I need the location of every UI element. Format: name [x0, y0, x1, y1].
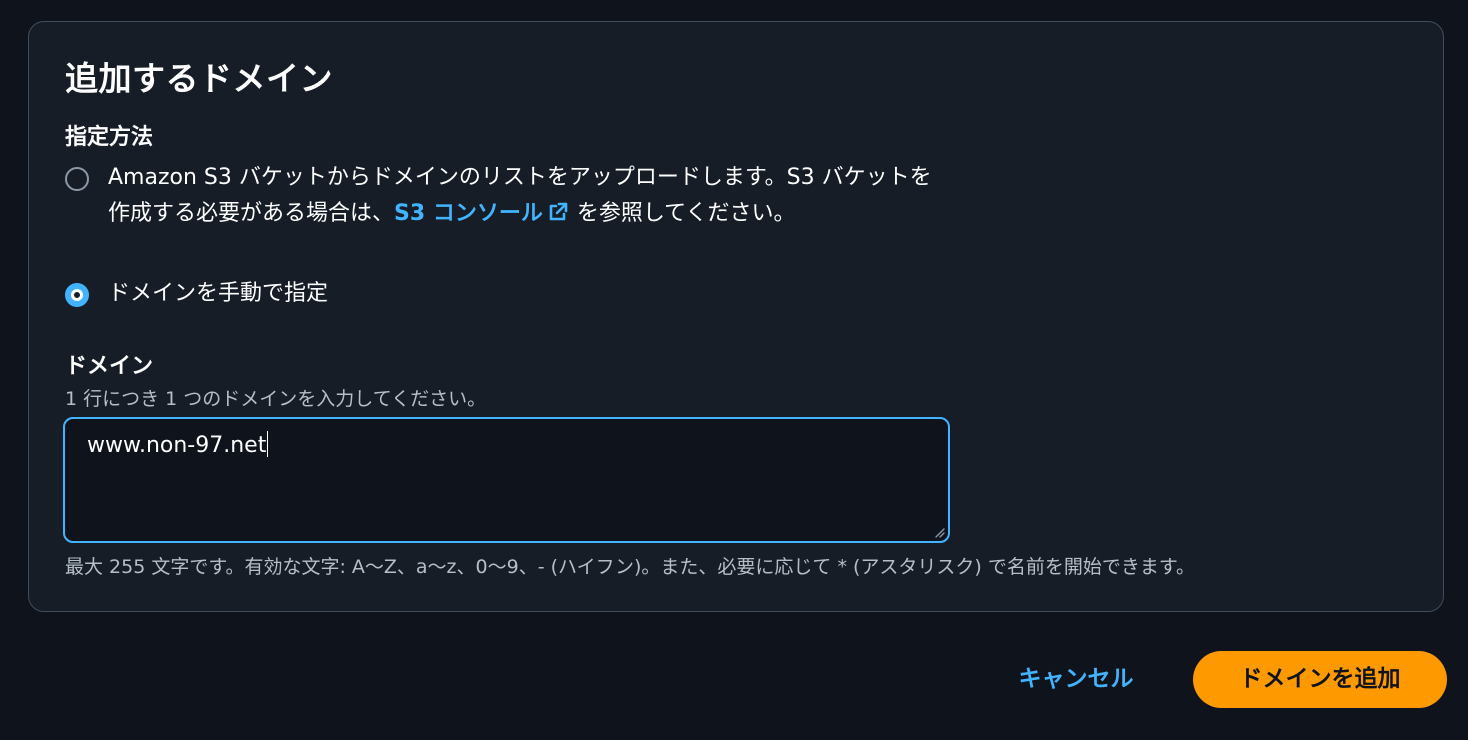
option-manual[interactable]: ドメインを手動で指定 — [65, 278, 328, 312]
radio-selected-dot — [71, 289, 83, 301]
panel-title: 追加するドメイン — [65, 59, 333, 98]
manual-label: ドメインを手動で指定 — [108, 281, 329, 306]
domain-constraint-hint: 最大 255 文字です。有効な文字: A〜Z、a〜z、0〜9、- (ハイフン)。… — [65, 556, 1195, 578]
manual-radio[interactable] — [65, 283, 89, 307]
domain-textarea[interactable]: www.non-97.net — [63, 417, 950, 543]
text-caret — [267, 431, 269, 457]
s3-console-link[interactable]: S3 コンソール — [394, 201, 577, 226]
method-label: 指定方法 — [65, 125, 154, 150]
s3-upload-text-after: を参照してください。 — [576, 201, 796, 226]
domain-textarea-value: www.non-97.net — [87, 433, 267, 458]
domain-field-description: 1 行につき 1 つのドメインを入力してください。 — [65, 388, 487, 410]
cancel-button[interactable]: キャンセル — [996, 656, 1156, 702]
s3-upload-label: Amazon S3 バケットからドメインのリストをアップロードします。S3 バケ… — [108, 160, 938, 232]
add-domain-panel: 追加するドメイン 指定方法 Amazon S3 バケットからドメインのリストをア… — [28, 21, 1444, 612]
s3-console-link-text[interactable]: S3 コンソール — [394, 201, 543, 226]
domain-field-label: ドメイン — [65, 354, 154, 379]
resize-grip-icon[interactable] — [933, 526, 945, 538]
external-link-icon[interactable] — [547, 201, 569, 223]
option-s3-upload[interactable]: Amazon S3 バケットからドメインのリストをアップロードします。S3 バケ… — [65, 162, 945, 232]
s3-upload-radio[interactable] — [65, 167, 89, 191]
add-domain-button[interactable]: ドメインを追加 — [1193, 651, 1447, 708]
